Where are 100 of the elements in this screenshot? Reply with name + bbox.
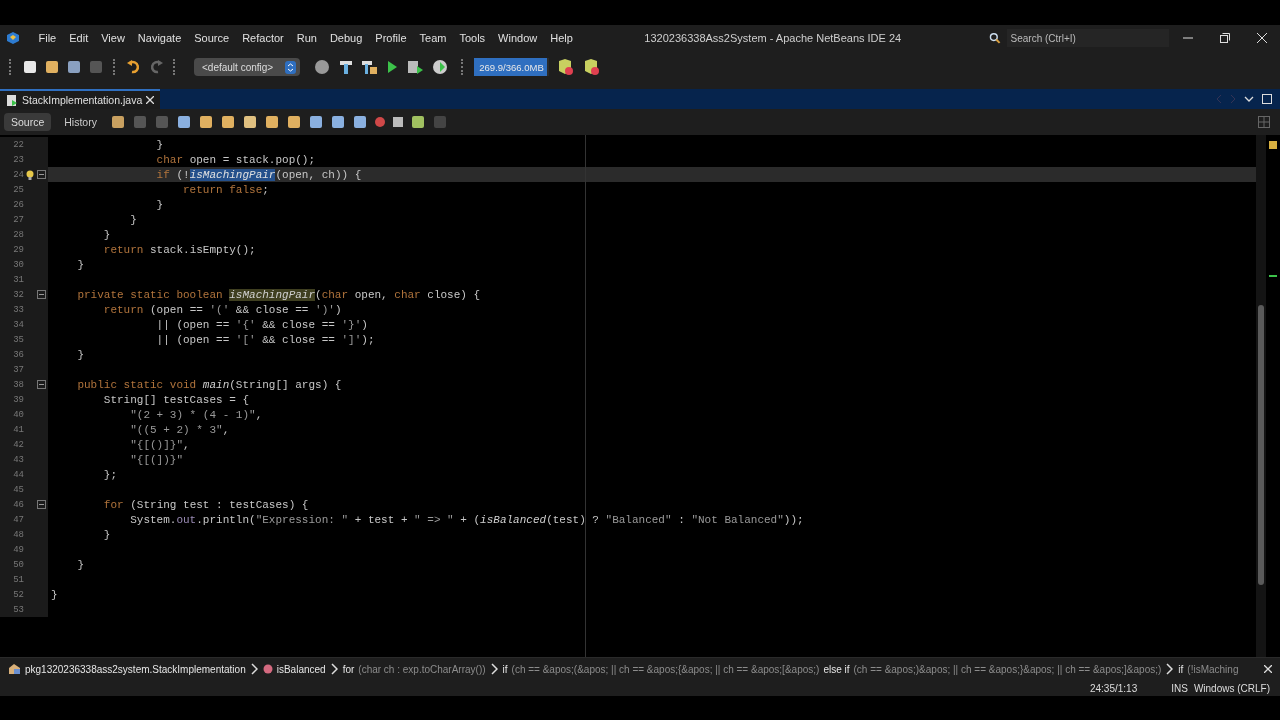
scrollbar-thumb[interactable] bbox=[1258, 305, 1264, 585]
line-number: 27 bbox=[12, 214, 24, 225]
line-number: 26 bbox=[12, 199, 24, 210]
close-icon[interactable] bbox=[1264, 665, 1272, 673]
code-line: }; bbox=[102, 468, 117, 481]
line-number: 47 bbox=[12, 514, 24, 525]
line-number: 32 bbox=[12, 289, 24, 300]
line-number: 31 bbox=[12, 274, 24, 285]
line-endings: Windows (CRLF) bbox=[1193, 682, 1270, 694]
method-icon bbox=[262, 664, 273, 674]
line-number: 38 bbox=[12, 379, 24, 390]
code-line: private static boolean isMachingPair(char open, char close) { bbox=[76, 288, 481, 301]
code-line: System.out.println("Expression: " + test + " => " + (isBalanced(test) ? "Balanced" : "Not Balanced")); bbox=[129, 513, 804, 526]
code-line: } bbox=[129, 213, 137, 226]
line-number: 40 bbox=[12, 409, 24, 420]
lightbulb-icon[interactable] bbox=[25, 169, 34, 180]
error-stripe-mark bbox=[1269, 275, 1277, 277]
line-number: 36 bbox=[12, 349, 24, 360]
restore-icon[interactable] bbox=[1219, 33, 1230, 43]
code-line: } bbox=[102, 228, 111, 241]
line-number: 22 bbox=[12, 139, 24, 150]
menu-item[interactable]: Profile bbox=[368, 32, 413, 44]
menu-item[interactable]: Refactor bbox=[235, 32, 291, 44]
window-title: 1320236338Ass2System - Apache NetBeans IDE 24 bbox=[644, 32, 902, 44]
close-icon[interactable] bbox=[1256, 33, 1267, 43]
file-tab[interactable]: StackImplementation.java bbox=[0, 89, 161, 109]
code-line: return stack.isEmpty(); bbox=[102, 243, 256, 256]
line-number: 44 bbox=[12, 469, 24, 480]
record-icon[interactable] bbox=[373, 116, 386, 128]
fold-icon[interactable] bbox=[37, 380, 47, 389]
menu-item[interactable]: View bbox=[94, 32, 132, 44]
line-number: 29 bbox=[12, 244, 24, 255]
redo-icon[interactable] bbox=[148, 59, 164, 75]
java-file-icon bbox=[6, 93, 18, 107]
menu-item[interactable]: Window bbox=[491, 32, 544, 44]
line-number: 34 bbox=[12, 319, 24, 330]
code-line: if (!isMachingPair(open, ch)) { bbox=[155, 168, 362, 181]
spinner-icon bbox=[285, 60, 296, 74]
line-number: 23 bbox=[12, 154, 24, 165]
chevron-icon bbox=[330, 663, 338, 675]
hammer-icon[interactable] bbox=[338, 59, 354, 75]
code-line: || (open == '{' && close == '}') bbox=[155, 318, 368, 331]
menu-item[interactable]: Debug bbox=[323, 32, 369, 44]
package-icon bbox=[8, 663, 21, 675]
maximize-icon[interactable] bbox=[1262, 94, 1272, 104]
line-number: 50 bbox=[12, 559, 24, 570]
code-line: } bbox=[76, 558, 84, 571]
undo-icon[interactable] bbox=[126, 59, 142, 75]
menu-item[interactable]: Help bbox=[543, 32, 580, 44]
menu-item[interactable]: Team bbox=[413, 32, 453, 44]
code-line: } bbox=[155, 198, 164, 211]
code-line: } bbox=[51, 588, 58, 601]
breadcrumb[interactable]: pkg1320236338ass2system.StackImplementation bbox=[8, 663, 246, 675]
line-number: 37 bbox=[12, 364, 24, 375]
code-line: return false; bbox=[182, 183, 269, 196]
menu-item[interactable]: Run bbox=[290, 32, 324, 44]
config-dropdown[interactable]: <default config> bbox=[194, 58, 300, 76]
stop-icon[interactable] bbox=[391, 116, 404, 128]
menu-item[interactable]: File bbox=[32, 32, 63, 44]
memory-meter[interactable]: 269.9/366.0MB bbox=[474, 58, 549, 76]
editor-view-tab[interactable]: Source bbox=[4, 113, 52, 131]
breadcrumb[interactable]: for (char ch : exp.toCharArray()) bbox=[342, 663, 486, 675]
menu-item[interactable]: Tools bbox=[452, 32, 492, 44]
menu-item[interactable]: Source bbox=[187, 32, 236, 44]
fold-icon[interactable] bbox=[37, 500, 47, 509]
line-number: 35 bbox=[12, 334, 24, 345]
fold-icon[interactable] bbox=[37, 170, 47, 179]
line-number: 39 bbox=[12, 394, 24, 405]
line-number: 48 bbox=[12, 529, 24, 540]
line-number: 24 bbox=[12, 169, 24, 180]
line-number: 52 bbox=[12, 589, 24, 600]
code-line: String[] testCases = { bbox=[102, 393, 250, 406]
line-number: 42 bbox=[12, 439, 24, 450]
line-number: 51 bbox=[12, 574, 24, 585]
code-line: "{[()]}", bbox=[129, 438, 190, 451]
line-number: 43 bbox=[12, 454, 24, 465]
line-number: 33 bbox=[12, 304, 24, 315]
line-number: 25 bbox=[12, 184, 24, 195]
app-logo-icon bbox=[6, 31, 20, 45]
chevron-icon bbox=[1166, 663, 1174, 675]
editor-view-tab[interactable]: History bbox=[57, 113, 104, 131]
fold-icon[interactable] bbox=[37, 290, 47, 299]
clean-build-icon[interactable] bbox=[360, 59, 378, 75]
close-icon[interactable] bbox=[146, 96, 155, 104]
search-field[interactable]: Search (Ctrl+I) bbox=[1006, 29, 1169, 47]
code-line: return (open == '(' && close == ')') bbox=[102, 303, 342, 316]
breadcrumb[interactable]: isBalanced bbox=[262, 663, 326, 675]
line-number: 45 bbox=[12, 484, 24, 495]
line-number: 53 bbox=[12, 604, 24, 615]
menu-item[interactable]: Navigate bbox=[131, 32, 188, 44]
line-number: 30 bbox=[12, 259, 24, 270]
breadcrumb[interactable]: if (!isMaching bbox=[1178, 663, 1239, 675]
code-line: "((5 + 2) * 3", bbox=[129, 423, 230, 436]
line-number: 46 bbox=[12, 499, 24, 510]
breadcrumb[interactable]: if (ch == &apos;(&apos; || ch == &apos;{&apos; || ch == &apos;[&apos;) else if (ch == &apos;)&apos; || ch == &apos;}&apos; || ch == &apos;]&apos;) bbox=[502, 663, 1162, 675]
menu-item[interactable]: Edit bbox=[62, 32, 95, 44]
code-line: } bbox=[76, 258, 84, 271]
memory-reading: 269.9/366.0MB bbox=[479, 61, 544, 73]
split-icon[interactable] bbox=[1258, 116, 1270, 128]
chevron-down-icon[interactable] bbox=[1244, 96, 1254, 102]
